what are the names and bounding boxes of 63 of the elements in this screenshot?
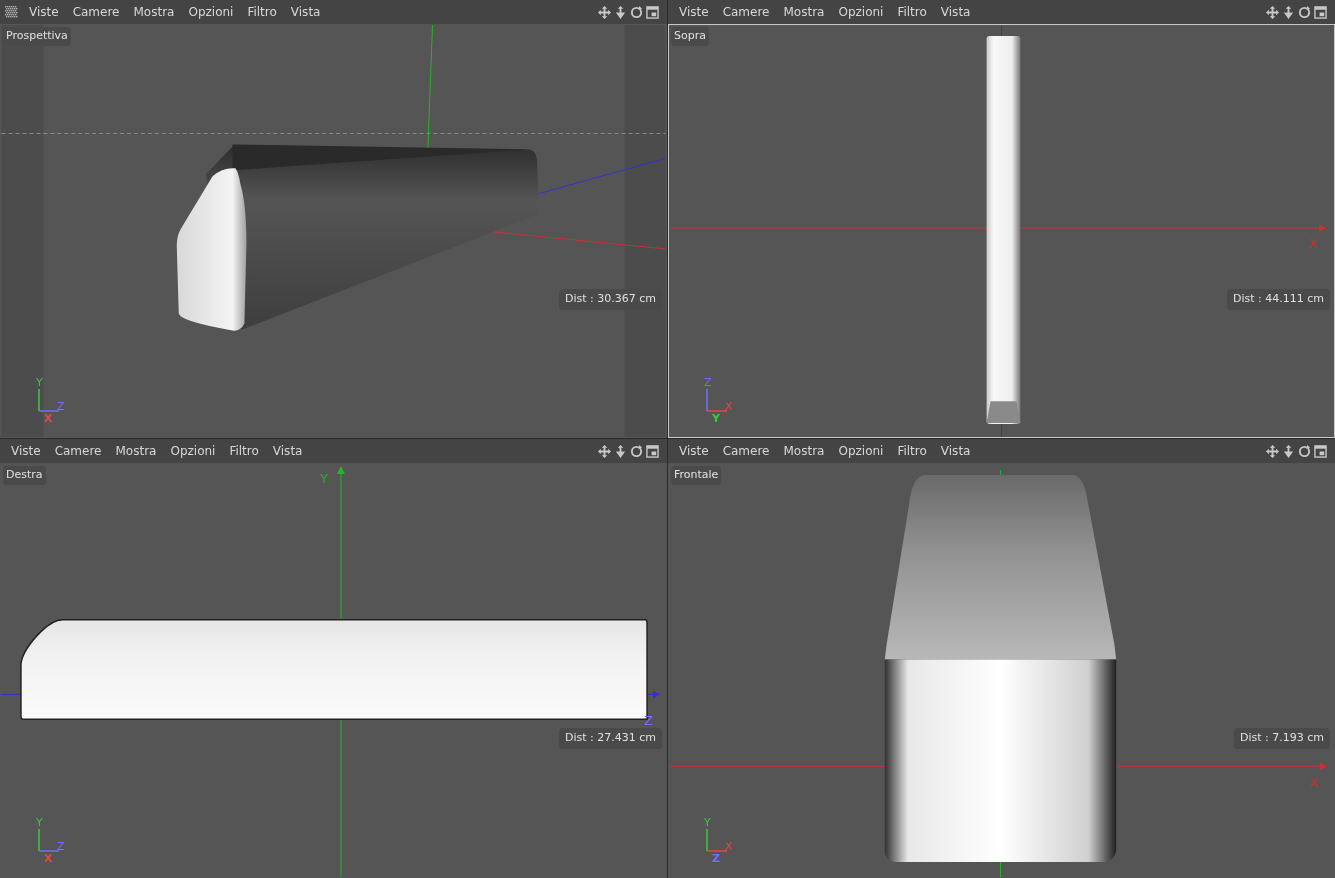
axis-label: X — [44, 413, 53, 424]
menu-item[interactable]: Camere — [65, 6, 127, 18]
menu-item[interactable]: Filtro — [890, 445, 934, 457]
menu-item[interactable]: Viste — [22, 6, 66, 18]
axis-label: Y — [704, 817, 711, 828]
menu-item[interactable]: Vista — [283, 6, 328, 18]
menu-item[interactable]: Vista — [265, 445, 310, 457]
menu-item[interactable]: Filtro — [222, 445, 266, 457]
axis-label: X — [725, 401, 733, 412]
move-icon[interactable] — [1266, 444, 1279, 458]
axis-label: X — [1309, 235, 1318, 251]
viewport-name-label: Frontale — [671, 466, 722, 485]
rotate-icon[interactable] — [1298, 5, 1311, 19]
arrow-down-icon[interactable] — [1282, 5, 1295, 19]
window-layout-icon[interactable] — [1314, 5, 1327, 19]
viewport-name-label: Destra — [3, 466, 46, 485]
distance-label: Dist : 7.193 cm — [1233, 728, 1330, 749]
rotate-icon[interactable] — [630, 444, 643, 458]
menu-item[interactable]: Viste — [672, 445, 716, 457]
menu-item[interactable]: Filtro — [240, 6, 284, 18]
distance-label: Dist : 27.431 cm — [558, 728, 662, 749]
menu-item[interactable]: Camere — [47, 445, 109, 457]
axis-label: Z — [712, 853, 720, 864]
grip-icon[interactable] — [4, 5, 18, 19]
menu-item[interactable]: Mostra — [126, 6, 182, 18]
arrow-down-icon[interactable] — [614, 444, 627, 458]
axis-label: Z — [57, 401, 65, 412]
rotate-icon[interactable] — [630, 5, 643, 19]
axis-label: Y — [36, 817, 43, 828]
menu-item[interactable]: Viste — [4, 445, 48, 457]
window-layout-icon[interactable] — [646, 444, 659, 458]
menu-item[interactable]: Opzioni — [181, 6, 241, 18]
menu-item[interactable]: Opzioni — [831, 445, 891, 457]
axis-label: X — [1309, 775, 1319, 791]
menu-item[interactable]: Filtro — [890, 6, 934, 18]
axis-label: Z — [704, 377, 712, 388]
axis-label: Y — [36, 377, 43, 388]
window-layout-icon[interactable] — [1314, 444, 1327, 458]
move-icon[interactable] — [598, 444, 611, 458]
menu-item[interactable]: Mostra — [776, 445, 832, 457]
distance-label: Dist : 44.111 cm — [1226, 289, 1330, 310]
rotate-icon[interactable] — [1298, 444, 1311, 458]
menu-item[interactable]: Mostra — [108, 445, 164, 457]
axis-label: Y — [712, 413, 720, 424]
viewport-name-label: Sopra — [671, 27, 709, 46]
menu-item[interactable]: Mostra — [776, 6, 832, 18]
axis-label: Z — [57, 841, 65, 852]
menu-item[interactable]: Vista — [933, 445, 978, 457]
axis-label: X — [44, 853, 53, 864]
axis-label: Z — [644, 713, 653, 729]
axis-label: Y — [320, 471, 328, 487]
menu-item[interactable]: Opzioni — [163, 445, 223, 457]
axis-label: X — [725, 841, 733, 852]
menu-item[interactable]: Viste — [672, 6, 716, 18]
menu-item[interactable]: Vista — [933, 6, 978, 18]
menu-item[interactable]: Opzioni — [831, 6, 891, 18]
move-icon[interactable] — [1266, 5, 1279, 19]
move-icon[interactable] — [598, 5, 611, 19]
arrow-down-icon[interactable] — [614, 5, 627, 19]
menu-item[interactable]: Camere — [715, 6, 777, 18]
menu-item[interactable]: Camere — [715, 445, 777, 457]
arrow-down-icon[interactable] — [1282, 444, 1295, 458]
window-layout-icon[interactable] — [646, 5, 659, 19]
